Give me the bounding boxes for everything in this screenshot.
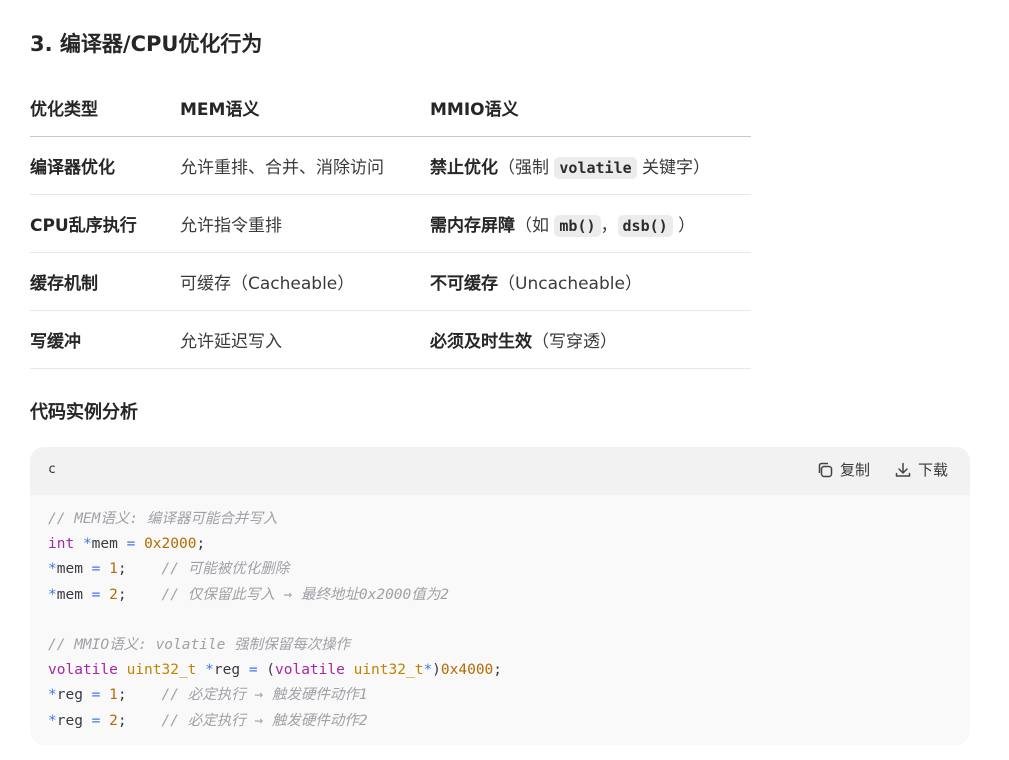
cell-mmio-bold: 禁止优化	[430, 158, 498, 178]
cell-mem: 允许延迟写入	[180, 310, 430, 369]
table-header-row: 优化类型 MEM语义 MMIO语义	[30, 78, 751, 137]
cell-mmio: 禁止优化（强制 volatile 关键字）	[430, 136, 751, 195]
code-header: c 复制 下载	[30, 447, 970, 495]
cell-type: CPU乱序执行	[30, 194, 180, 253]
download-button[interactable]: 下载	[894, 459, 948, 480]
table-row: 写缓冲 允许延迟写入 必须及时生效（写穿透）	[30, 310, 751, 369]
code-line: *mem = 1; // 可能被优化删除	[48, 561, 290, 578]
cell-mmio-text: （如	[515, 216, 555, 236]
cell-mmio-text: （Uncacheable）	[498, 274, 642, 294]
cell-mmio-text: 关键字）	[636, 158, 711, 178]
cell-mmio: 需内存屏障（如 mb()， dsb() ）	[430, 194, 751, 253]
copy-button[interactable]: 复制	[816, 459, 870, 480]
copy-icon	[816, 461, 834, 479]
cell-mmio-text: （写穿透）	[532, 332, 617, 352]
cell-mmio-bold: 需内存屏障	[430, 216, 515, 236]
subsection-title: 代码实例分析	[30, 402, 138, 423]
cell-mmio-bold: 不可缓存	[430, 274, 498, 294]
cell-type: 缓存机制	[30, 252, 180, 311]
cell-type: 编译器优化	[30, 136, 180, 195]
cell-mmio: 不可缓存（Uncacheable）	[430, 252, 751, 311]
download-label: 下载	[917, 461, 948, 479]
column-header-mmio: MMIO语义	[430, 78, 751, 137]
code-block: c 复制 下载 // MEM语义: 编译器可能合并写入 int *mem = 0…	[30, 447, 970, 745]
code-line: *mem = 2; // 仅保留此写入 → 最终地址0x2000值为2	[48, 586, 450, 603]
cell-mem: 允许重排、合并、消除访问	[180, 136, 430, 195]
inline-code: mb()	[554, 215, 601, 237]
code-actions: 复制 下载	[816, 459, 948, 480]
comparison-table: 优化类型 MEM语义 MMIO语义 编译器优化 允许重排、合并、消除访问 禁止优…	[30, 78, 751, 369]
cell-mem: 可缓存（Cacheable）	[180, 252, 430, 311]
copy-label: 复制	[839, 461, 870, 479]
download-icon	[894, 461, 912, 479]
table-row: 缓存机制 可缓存（Cacheable） 不可缓存（Uncacheable）	[30, 252, 751, 311]
code-language-label: c	[48, 462, 56, 477]
code-line: // MMIO语义: volatile 强制保留每次操作	[48, 636, 351, 653]
cell-mmio-bold: 必须及时生效	[430, 332, 532, 352]
cell-mmio: 必须及时生效（写穿透）	[430, 310, 751, 369]
column-header-mem: MEM语义	[180, 78, 430, 137]
inline-code: volatile	[554, 157, 637, 179]
cell-mmio-text: ）	[672, 216, 696, 236]
cell-mmio-text: ，	[600, 216, 618, 236]
column-header-type: 优化类型	[30, 78, 180, 137]
code-line: *reg = 2; // 必定执行 → 触发硬件动作2	[48, 712, 368, 729]
cell-mem: 允许指令重排	[180, 194, 430, 253]
code-content: // MEM语义: 编译器可能合并写入 int *mem = 0x2000; *me…	[30, 495, 970, 734]
table-row: 编译器优化 允许重排、合并、消除访问 禁止优化（强制 volatile 关键字）	[30, 136, 751, 195]
code-line: // MEM语义: 编译器可能合并写入	[48, 511, 278, 527]
cell-mmio-text: （强制	[498, 158, 555, 178]
inline-code: dsb()	[617, 215, 673, 237]
code-line: volatile uint32_t *reg = (volatile uint3…	[48, 662, 503, 679]
section-title: 3. 编译器/CPU优化行为	[30, 32, 263, 56]
code-line: int *mem = 0x2000;	[48, 536, 206, 553]
code-line: *reg = 1; // 必定执行 → 触发硬件动作1	[48, 687, 368, 704]
table-row: CPU乱序执行 允许指令重排 需内存屏障（如 mb()， dsb() ）	[30, 194, 751, 253]
cell-type: 写缓冲	[30, 310, 180, 369]
